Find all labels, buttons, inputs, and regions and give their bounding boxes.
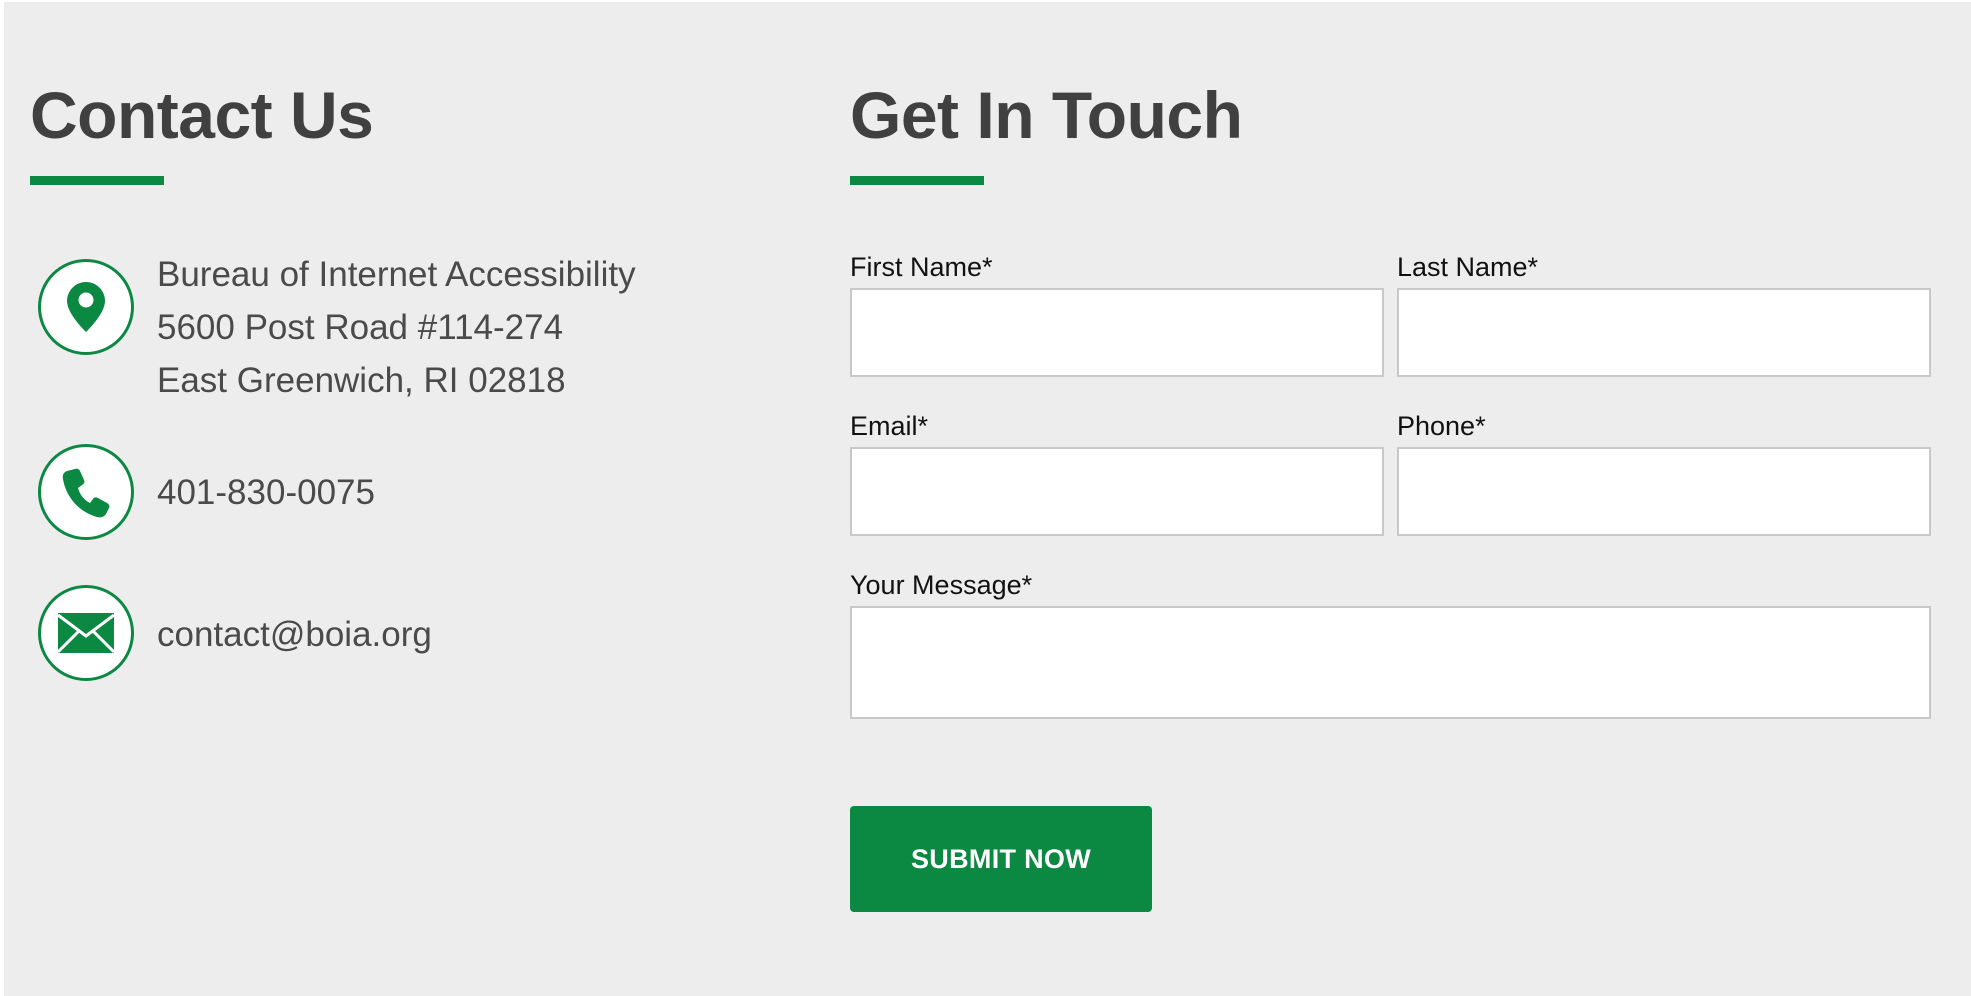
envelope-icon xyxy=(38,585,134,681)
contact-page: Contact Us Bureau of Internet Accessibil… xyxy=(4,2,1971,996)
email-address[interactable]: contact@boia.org xyxy=(157,608,432,661)
message-textarea[interactable] xyxy=(850,606,1931,719)
phone-icon xyxy=(38,444,134,540)
form-title: Get In Touch xyxy=(850,78,1243,152)
contact-title: Contact Us xyxy=(30,78,374,152)
address-line-org: Bureau of Internet Accessibility xyxy=(157,255,636,294)
message-label: Your Message* xyxy=(850,570,1033,600)
phone-number[interactable]: 401-830-0075 xyxy=(157,466,375,519)
address-text: Bureau of Internet Accessibility 5600 Po… xyxy=(157,248,636,407)
form-title-underline xyxy=(850,176,984,185)
address-line-city: East Greenwich, RI 02818 xyxy=(157,361,566,400)
first-name-input[interactable] xyxy=(850,288,1384,377)
email-input[interactable] xyxy=(850,447,1384,536)
submit-button[interactable]: SUBMIT NOW xyxy=(850,806,1152,912)
phone-input[interactable] xyxy=(1397,447,1931,536)
address-line-street: 5600 Post Road #114-274 xyxy=(157,308,564,347)
map-pin-icon xyxy=(38,259,134,355)
last-name-label: Last Name* xyxy=(1397,252,1539,282)
email-label: Email* xyxy=(850,411,929,441)
first-name-label: First Name* xyxy=(850,252,993,282)
last-name-input[interactable] xyxy=(1397,288,1931,377)
phone-label: Phone* xyxy=(1397,411,1486,441)
contact-title-underline xyxy=(30,176,164,185)
